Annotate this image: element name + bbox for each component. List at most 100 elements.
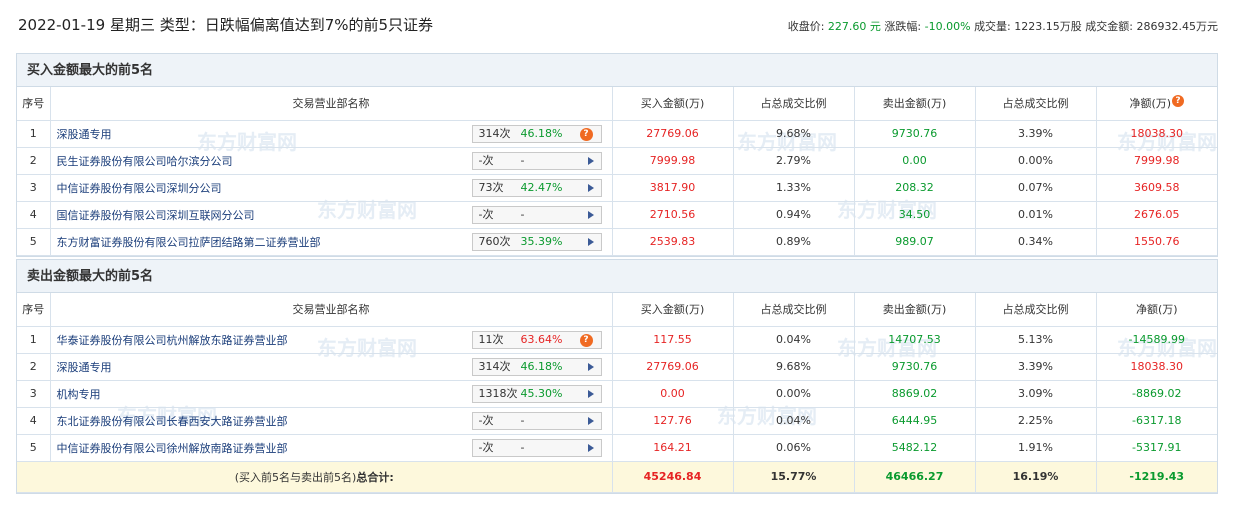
trade-count-box[interactable]: -次 - xyxy=(471,205,602,224)
trade-count-box[interactable]: -次 - xyxy=(471,411,602,430)
close-price-value: 227.60 元 xyxy=(827,20,881,33)
sell-table: 序号 交易营业部名称 买入金额(万) 占总成交比例 卖出金额(万) 占总成交比例… xyxy=(17,293,1217,493)
branch-name-link[interactable]: 中信证券股份有限公司徐州解放南路证券营业部 xyxy=(57,442,288,455)
trade-count-box[interactable]: 314次 46.18% xyxy=(471,357,602,376)
trade-count-box[interactable]: -次 - xyxy=(471,151,602,170)
page-title: 2022-01-19 星期三 类型：日跌幅偏离值达到7%的前5只证券 xyxy=(18,16,434,34)
expand-arrow-icon[interactable] xyxy=(587,362,594,371)
sell-ratio: 3.39% xyxy=(974,352,1097,381)
help-icon[interactable]: ? xyxy=(1172,95,1185,108)
expand-arrow-icon[interactable] xyxy=(587,156,594,165)
branch-name-cell: 东方财富证券股份有限公司拉萨团结路第二证券营业部 760次 35.39% xyxy=(49,227,613,256)
stock-summary: 收盘价: 227.60 元 涨跌幅: -10.00% 成交量: 1223.15万… xyxy=(788,18,1218,34)
sell-ratio: 0.01% xyxy=(974,200,1097,229)
trade-count: 314次 xyxy=(478,126,511,140)
volume-label: 成交量: xyxy=(974,20,1011,33)
trade-count-box[interactable]: -次 - xyxy=(471,438,602,457)
buy-amount: 27769.06 xyxy=(611,352,734,381)
table-row: 4 国信证券股份有限公司深圳互联网分公司 -次 - 2710.56 0.94% 34.50 0… xyxy=(17,200,1217,229)
trade-win-rate: - xyxy=(520,153,525,167)
sell-section-title: 卖出金额最大的前5名 xyxy=(17,260,1217,293)
change-label: 涨跌幅: xyxy=(884,20,922,33)
sell-amount: 208.32 xyxy=(853,173,976,202)
trade-count-box[interactable]: 73次 42.47% xyxy=(471,178,602,197)
table-row: 4 东北证券股份有限公司长春西安大路证券营业部 -次 - 127.76 0.04% 6444… xyxy=(17,406,1217,435)
branch-name-link[interactable]: 中信证券股份有限公司深圳分公司 xyxy=(57,182,222,195)
trade-count-box[interactable]: 314次 46.18%? xyxy=(471,124,602,143)
expand-arrow-icon[interactable] xyxy=(587,183,594,192)
expand-arrow-icon[interactable] xyxy=(587,416,594,425)
row-index: 2 xyxy=(17,146,51,175)
buy-ratio: 0.94% xyxy=(732,200,855,229)
buy-ratio: 0.04% xyxy=(732,406,855,435)
row-index: 4 xyxy=(17,200,51,229)
total-row: (买入前5名与卖出前5名)总合计: 45246.84 15.77% 46466.… xyxy=(17,460,1217,493)
buy-table: 序号 交易营业部名称 买入金额(万) 占总成交比例 卖出金额(万) 占总成交比例… xyxy=(17,87,1217,256)
branch-name-link[interactable]: 深股通专用 xyxy=(57,361,112,374)
buy-amount: 127.76 xyxy=(611,406,734,435)
net-amount: 2676.05 xyxy=(1095,200,1217,229)
buy-ratio: 0.04% xyxy=(732,325,855,354)
col-net: 净额(万) xyxy=(1095,293,1217,327)
branch-name-cell: 深股通专用 314次 46.18% xyxy=(49,352,613,381)
col-idx: 序号 xyxy=(17,293,51,327)
trade-win-rate: 42.47% xyxy=(520,180,563,194)
branch-name-link[interactable]: 华泰证券股份有限公司杭州解放东路证券营业部 xyxy=(57,334,288,347)
expand-arrow-icon[interactable] xyxy=(587,210,594,219)
sell-ratio: 0.00% xyxy=(974,146,1097,175)
trade-count-box[interactable]: 1318次 45.30% xyxy=(471,384,602,403)
buy-amount: 7999.98 xyxy=(611,146,734,175)
row-index: 5 xyxy=(17,227,51,256)
table-row: 3 中信证券股份有限公司深圳分公司 73次 42.47% 3817.90 1.33% 208… xyxy=(17,173,1217,202)
help-icon[interactable]: ? xyxy=(579,333,593,347)
buy-ratio: 2.79% xyxy=(732,146,855,175)
col-buy-ratio: 占总成交比例 xyxy=(732,293,855,327)
branch-name-cell: 深股通专用 314次 46.18%? xyxy=(49,119,613,148)
trade-win-rate: - xyxy=(520,413,525,427)
help-icon[interactable]: ? xyxy=(579,127,593,141)
table-header-row: 序号 交易营业部名称 买入金额(万) 占总成交比例 卖出金额(万) 占总成交比例… xyxy=(17,87,1217,121)
total-buy-ratio: 15.77% xyxy=(732,460,855,493)
col-net-label: 净额(万) xyxy=(1129,97,1172,111)
sell-ratio: 0.34% xyxy=(974,227,1097,256)
col-name: 交易营业部名称 xyxy=(49,293,613,327)
buy-amount: 0.00 xyxy=(611,379,734,408)
branch-name-cell: 民生证券股份有限公司哈尔滨分公司 -次 - xyxy=(49,146,613,175)
table-row: 2 民生证券股份有限公司哈尔滨分公司 -次 -7999.98 2.79% 0.00 0.00… xyxy=(17,146,1217,175)
trade-win-rate: 45.30% xyxy=(520,386,563,400)
branch-name-link[interactable]: 机构专用 xyxy=(57,388,101,401)
trade-count-box[interactable]: 760次 35.39% xyxy=(471,232,602,251)
expand-arrow-icon[interactable] xyxy=(587,443,594,452)
expand-arrow-icon[interactable] xyxy=(587,237,594,246)
buy-ratio: 9.68% xyxy=(732,352,855,381)
branch-name-link[interactable]: 深股通专用 xyxy=(57,128,112,141)
expand-arrow-icon[interactable] xyxy=(587,389,594,398)
branch-name-link[interactable]: 国信证券股份有限公司深圳互联网分公司 xyxy=(57,209,255,222)
buy-amount: 164.21 xyxy=(611,433,734,462)
col-sell: 卖出金额(万) xyxy=(853,293,976,327)
sell-amount: 8869.02 xyxy=(853,379,976,408)
branch-name-link[interactable]: 东方财富证券股份有限公司拉萨团结路第二证券营业部 xyxy=(57,236,321,249)
amount-label: 成交金额: xyxy=(1085,20,1133,33)
table-row: 2 深股通专用 314次 46.18% 27769.06 9.68% 9730.76 3.39… xyxy=(17,352,1217,381)
total-label-bold: 总合计: xyxy=(356,470,394,484)
net-amount: 7999.98 xyxy=(1095,146,1217,175)
branch-name-link[interactable]: 东北证券股份有限公司长春西安大路证券营业部 xyxy=(57,415,288,428)
row-index: 3 xyxy=(17,379,51,408)
branch-name-link[interactable]: 民生证券股份有限公司哈尔滨分公司 xyxy=(57,155,233,168)
trade-win-rate: 35.39% xyxy=(520,234,563,248)
trade-count-box[interactable]: 11次 63.64%? xyxy=(471,330,602,349)
row-index: 3 xyxy=(17,173,51,202)
table-row: 1 深股通专用 314次 46.18%? 27769.06 9.68% 9730.76 3.3… xyxy=(17,119,1217,148)
branch-name-cell: 国信证券股份有限公司深圳互联网分公司 -次 - xyxy=(49,200,613,229)
trade-count: 760次 xyxy=(478,234,511,248)
volume-value: 1223.15万股 xyxy=(1014,20,1082,33)
sell-amount: 34.50 xyxy=(853,200,976,229)
change-value: -10.00% xyxy=(924,20,971,33)
buy-amount: 3817.90 xyxy=(611,173,734,202)
sell-amount: 14707.53 xyxy=(853,325,976,354)
net-amount: -6317.18 xyxy=(1095,406,1217,435)
trade-count: -次 xyxy=(478,207,494,221)
sell-ratio: 5.13% xyxy=(974,325,1097,354)
total-label: (买入前5名与卖出前5名)总合计: xyxy=(17,460,613,493)
